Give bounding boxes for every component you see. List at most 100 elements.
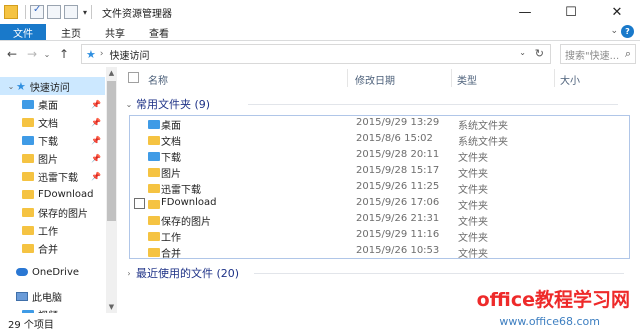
rename-icon[interactable] [64, 5, 78, 19]
list-item[interactable]: FDownload 2015/9/26 17:06 文件夹 [130, 196, 629, 212]
maximize-button[interactable]: ☐ [548, 0, 594, 24]
list-item[interactable]: 保存的图片 2015/9/26 21:31 文件夹 [130, 212, 629, 228]
scroll-up-icon[interactable]: ▲ [106, 69, 117, 77]
sidebar-item-quick-access[interactable]: ⌄ ★ 快速访问 [0, 77, 105, 95]
refresh-icon[interactable]: ↻ [535, 47, 544, 60]
folder-date: 2015/9/26 17:06 [356, 197, 440, 208]
list-item[interactable]: 迅雷下载 2015/9/26 11:25 文件夹 [130, 180, 629, 196]
folder-name: FDownload [161, 197, 217, 208]
help-icon[interactable]: ? [621, 25, 634, 38]
sidebar-item-work[interactable]: 工作 [0, 221, 105, 239]
pin-icon: 📌 [91, 171, 101, 181]
tab-view[interactable]: 查看 [137, 24, 181, 40]
search-input[interactable]: 搜索"快速... ⌕ [560, 44, 636, 64]
chevron-right-icon[interactable]: › [122, 269, 136, 278]
documents-folder-icon [148, 136, 160, 145]
minimize-button[interactable]: — [502, 0, 548, 24]
sidebar-item-label: 此电脑 [32, 292, 62, 304]
address-bar[interactable]: ★ › 快速访问 ⌄ ↻ [81, 44, 551, 64]
group-recent-files[interactable]: › 最近使用的文件 (20) [118, 264, 624, 282]
group-frequent-folders[interactable]: ⌄ 常用文件夹 (9) [118, 95, 618, 113]
column-divider[interactable] [347, 69, 348, 87]
tab-home[interactable]: 主页 [46, 24, 93, 40]
desktop-folder-icon [22, 99, 34, 109]
sidebar-item-label: 图片 [38, 154, 58, 166]
list-item[interactable]: 文档 2015/8/6 15:02 系统文件夹 [130, 132, 629, 148]
recent-locations-chevron-icon[interactable]: ⌄ [42, 50, 52, 59]
sidebar-item-videos[interactable]: 视频 [0, 305, 105, 313]
list-item[interactable]: 桌面 2015/9/29 13:29 系统文件夹 [130, 116, 629, 132]
new-folder-icon[interactable] [47, 5, 61, 19]
column-divider[interactable] [451, 69, 452, 87]
sidebar-item-onedrive[interactable]: OneDrive [0, 263, 105, 281]
list-item[interactable]: 下载 2015/9/28 20:11 文件夹 [130, 148, 629, 164]
group-divider [248, 104, 618, 105]
sidebar-item-downloads[interactable]: 下载 📌 [0, 131, 105, 149]
sidebar-item-saved-pictures[interactable]: 保存的图片 [0, 203, 105, 221]
folder-icon [148, 248, 160, 257]
folder-icon [148, 184, 160, 193]
sidebar-item-pictures[interactable]: 图片 📌 [0, 149, 105, 167]
folder-date: 2015/9/29 11:16 [356, 229, 440, 240]
address-history-chevron-icon[interactable]: ⌄ [519, 48, 526, 57]
up-arrow-icon[interactable]: ↑ [56, 47, 72, 61]
folder-icon [22, 189, 34, 199]
folder-date: 2015/9/29 13:29 [356, 117, 440, 128]
folder-date: 2015/9/28 15:17 [356, 165, 440, 176]
watermark-text: office教程学习网 [476, 289, 630, 311]
scroll-down-icon[interactable]: ▼ [106, 303, 117, 311]
sidebar-item-label: FDownload [38, 188, 94, 200]
computer-icon [16, 291, 28, 301]
properties-icon[interactable] [30, 4, 44, 19]
sidebar-item-xunlei[interactable]: 迅雷下载 📌 [0, 167, 105, 185]
chevron-down-icon[interactable]: ⌄ [122, 100, 136, 109]
file-list: 名称 修改日期 类型 大小 ⌄ 常用文件夹 (9) 桌面 2015/9/29 1… [118, 67, 640, 313]
sidebar-item-this-pc[interactable]: 此电脑 [0, 287, 105, 305]
sidebar-item-desktop[interactable]: 桌面 📌 [0, 95, 105, 113]
chevron-down-icon[interactable]: ⌄ [610, 26, 618, 36]
tab-share[interactable]: 共享 [93, 24, 137, 40]
customize-toolbar-chevron-icon[interactable]: ▾ [83, 8, 87, 17]
frequent-folders-list: 桌面 2015/9/29 13:29 系统文件夹 文档 2015/8/6 15:… [129, 115, 630, 260]
toolbar-separator [25, 5, 26, 19]
list-item[interactable]: 工作 2015/9/29 11:16 文件夹 [130, 228, 629, 244]
back-arrow-icon[interactable]: ← [4, 47, 20, 61]
item-checkbox[interactable] [134, 198, 145, 209]
chevron-down-icon[interactable]: ⌄ [6, 82, 16, 91]
pin-icon: 📌 [91, 117, 101, 127]
column-type[interactable]: 类型 [457, 72, 477, 87]
sidebar-item-label: 下载 [38, 136, 58, 148]
folder-date: 2015/9/26 11:25 [356, 181, 440, 192]
list-item[interactable]: 合并 2015/9/26 10:53 文件夹 [130, 244, 629, 260]
sidebar-item-merge[interactable]: 合并 [0, 239, 105, 257]
column-date[interactable]: 修改日期 [355, 72, 395, 87]
tab-file[interactable]: 文件 [0, 24, 46, 40]
column-divider[interactable] [554, 69, 555, 87]
sidebar-item-label: 保存的图片 [38, 208, 88, 220]
address-path[interactable]: 快速访问 [109, 47, 149, 62]
sidebar-item-label: 文档 [38, 118, 58, 130]
chevron-right-icon[interactable]: › [100, 49, 104, 59]
column-name[interactable]: 名称 [148, 72, 168, 87]
star-icon: ★ [16, 79, 26, 93]
close-button[interactable]: ✕ [594, 0, 640, 24]
sidebar-item-label: 快速访问 [29, 82, 70, 94]
title-bar: ▾ 文件资源管理器 — ☐ ✕ [0, 0, 640, 24]
folder-icon [148, 200, 160, 209]
select-all-checkbox[interactable] [128, 72, 139, 83]
pictures-folder-icon [148, 168, 160, 177]
scrollbar-thumb[interactable] [107, 81, 116, 221]
forward-arrow-icon[interactable]: → [24, 47, 40, 61]
documents-folder-icon [22, 117, 34, 127]
column-size[interactable]: 大小 [560, 72, 580, 87]
sidebar-item-fdownload[interactable]: FDownload [0, 185, 105, 203]
folder-type: 系统文件夹 [458, 121, 508, 132]
group-heading: 最近使用的文件 (20) [136, 267, 240, 280]
list-item[interactable]: 图片 2015/9/28 15:17 文件夹 [130, 164, 629, 180]
folder-icon [22, 171, 34, 181]
folder-icon [22, 225, 34, 235]
search-icon[interactable]: ⌕ [625, 47, 631, 61]
watermark-url: www.office68.com [499, 315, 600, 328]
navigation-scrollbar[interactable]: ▲ ▼ [106, 67, 117, 313]
sidebar-item-documents[interactable]: 文档 📌 [0, 113, 105, 131]
